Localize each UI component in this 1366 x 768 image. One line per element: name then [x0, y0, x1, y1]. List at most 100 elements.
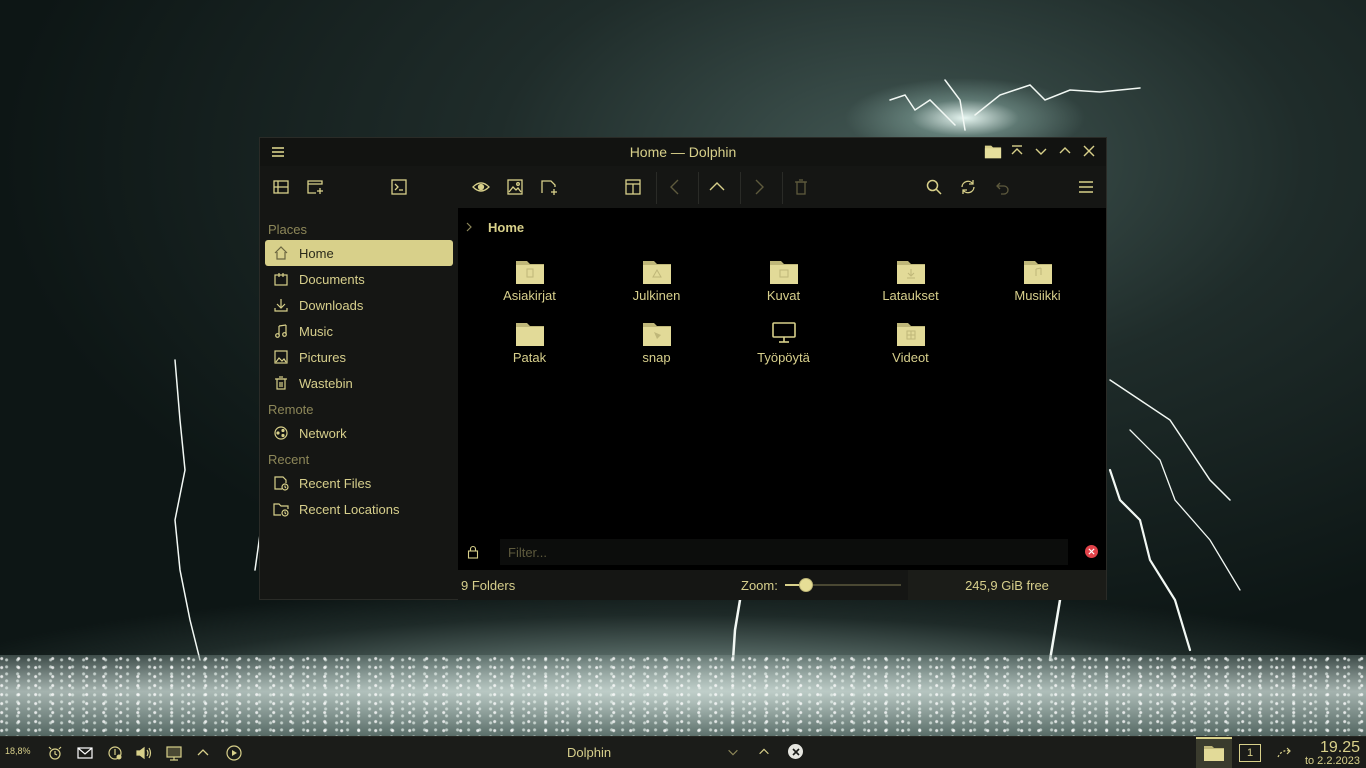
- sidebar-item-recent-locations[interactable]: Recent Locations: [265, 496, 453, 522]
- title-bar[interactable]: Home — Dolphin: [260, 138, 1106, 166]
- forward-icon[interactable]: [748, 176, 770, 198]
- desktop-icon: [768, 318, 800, 348]
- folder-item[interactable]: Patak: [466, 318, 593, 378]
- music-icon: [273, 323, 289, 339]
- folder-item[interactable]: snap: [593, 318, 720, 378]
- chevron-right-icon[interactable]: [464, 221, 478, 233]
- sidebar-item-pictures[interactable]: Pictures: [265, 344, 453, 370]
- sidebar-item-wastebin[interactable]: Wastebin: [265, 370, 453, 396]
- folder-label: Kuvat: [766, 288, 801, 303]
- toolbar-separator: [656, 172, 657, 204]
- back-icon[interactable]: [664, 176, 686, 198]
- sidebar-item-music[interactable]: Music: [265, 318, 453, 344]
- preview-icon[interactable]: [470, 176, 492, 198]
- free-space: 245,9 GiB free: [908, 570, 1106, 600]
- undo-icon[interactable]: [991, 176, 1013, 198]
- filter-input[interactable]: [500, 539, 1068, 565]
- clock[interactable]: 19.25 to 2.2.2023: [1305, 739, 1360, 767]
- folder-snap-icon: [641, 318, 673, 348]
- folder-label: Työpöytä: [757, 350, 810, 365]
- keep-below-icon[interactable]: [1032, 142, 1050, 160]
- hamburger-menu-icon[interactable]: [1075, 176, 1097, 198]
- virtual-desktop-pager[interactable]: 1: [1239, 744, 1261, 762]
- mail-icon[interactable]: [76, 744, 94, 762]
- dolphin-window: Home — Dolphin Places Home Documents Dow…: [259, 137, 1107, 600]
- window-menu-icon[interactable]: [270, 144, 286, 160]
- chevron-down-icon[interactable]: [725, 744, 741, 760]
- folder-item[interactable]: Kuvat: [720, 256, 847, 316]
- task-close-icon[interactable]: [788, 744, 803, 759]
- places-panel: Places Home Documents Downloads Music Pi…: [260, 208, 458, 599]
- folder-videos-icon: [895, 318, 927, 348]
- folder-icon: [514, 318, 546, 348]
- toolbar-separator: [698, 172, 699, 204]
- chevron-up-icon[interactable]: [194, 744, 212, 762]
- zoom-slider[interactable]: [785, 578, 901, 592]
- folder-item[interactable]: Lataukset: [847, 256, 974, 316]
- folder-item[interactable]: Videot: [847, 318, 974, 378]
- folder-documents-icon: [514, 256, 546, 286]
- zoom-slider-handle[interactable]: [798, 578, 813, 592]
- sidebar-item-downloads[interactable]: Downloads: [265, 292, 453, 318]
- clear-filter-icon[interactable]: [1085, 545, 1098, 558]
- new-tab-icon[interactable]: [304, 176, 326, 198]
- file-view[interactable]: Home Asiakirjat Julkinen Kuvat Lataukset…: [458, 208, 1106, 600]
- display-icon[interactable]: [165, 744, 183, 762]
- app-folder-icon: [984, 142, 1002, 160]
- city-lights: [0, 655, 1366, 736]
- taskbar: 18,8% Dolphin 1 19.25 to 2.2.2023: [0, 736, 1366, 768]
- folder-label: Patak: [512, 350, 547, 365]
- sidebar-item-home[interactable]: Home: [265, 240, 453, 266]
- section-title-recent: Recent: [268, 452, 310, 467]
- sidebar-item-network[interactable]: Network: [265, 420, 453, 446]
- sidebar-item-label: Wastebin: [299, 375, 353, 391]
- cpu-monitor[interactable]: 18,8%: [5, 746, 31, 756]
- maximize-icon[interactable]: [1056, 142, 1074, 160]
- breadcrumb[interactable]: Home: [458, 208, 1106, 246]
- folder-item[interactable]: Asiakirjat: [466, 256, 593, 316]
- network-status-icon[interactable]: [1275, 744, 1293, 762]
- dolphin-folder-icon: [1203, 744, 1225, 765]
- folder-item[interactable]: Julkinen: [593, 256, 720, 316]
- new-folder-icon[interactable]: [538, 176, 560, 198]
- folder-label: Videot: [892, 350, 929, 365]
- folder-label: Julkinen: [632, 288, 681, 303]
- sidebar-item-label: Downloads: [299, 297, 364, 313]
- trash-icon: [273, 375, 289, 391]
- taskbar-dolphin-button[interactable]: [1196, 737, 1232, 768]
- reload-icon[interactable]: [957, 176, 979, 198]
- documents-icon: [273, 271, 289, 287]
- alarm-icon[interactable]: [46, 744, 64, 762]
- window-title: Home — Dolphin: [629, 144, 737, 160]
- clock-date: to 2.2.2023: [1304, 755, 1360, 767]
- folder-downloads-icon: [895, 256, 927, 286]
- sidebar-item-label: Documents: [299, 271, 365, 287]
- split-view-icon[interactable]: [622, 176, 644, 198]
- delete-icon[interactable]: [790, 176, 812, 198]
- sidebar-item-documents[interactable]: Documents: [265, 266, 453, 292]
- terminal-icon[interactable]: [388, 176, 410, 198]
- chevron-up-icon[interactable]: [756, 744, 772, 760]
- folder-item[interactable]: Työpöytä: [720, 318, 847, 378]
- keep-above-icon[interactable]: [1008, 142, 1026, 160]
- lock-icon[interactable]: [466, 545, 480, 559]
- recent-locations-icon: [273, 501, 289, 517]
- sidebar-item-recent-files[interactable]: Recent Files: [265, 470, 453, 496]
- volume-icon[interactable]: [135, 744, 153, 762]
- toolbar-separator: [740, 172, 741, 204]
- updates-icon[interactable]: [106, 744, 124, 762]
- status-bar: 9 Folders Zoom: 245,9 GiB free: [458, 570, 1106, 600]
- breadcrumb-current[interactable]: Home: [488, 220, 524, 235]
- folder-count: 9 Folders: [461, 577, 516, 593]
- media-play-icon[interactable]: [225, 744, 243, 762]
- search-icon[interactable]: [923, 176, 945, 198]
- task-title[interactable]: Dolphin: [567, 745, 611, 760]
- icons-view-icon[interactable]: [270, 176, 292, 198]
- close-icon[interactable]: [1080, 142, 1098, 160]
- sidebar-item-label: Network: [299, 425, 347, 441]
- free-space-label: 245,9 GiB free: [965, 577, 1049, 593]
- image-icon[interactable]: [504, 176, 526, 198]
- folder-item[interactable]: Musiikki: [974, 256, 1101, 316]
- folder-pictures-icon: [768, 256, 800, 286]
- up-icon[interactable]: [706, 176, 728, 198]
